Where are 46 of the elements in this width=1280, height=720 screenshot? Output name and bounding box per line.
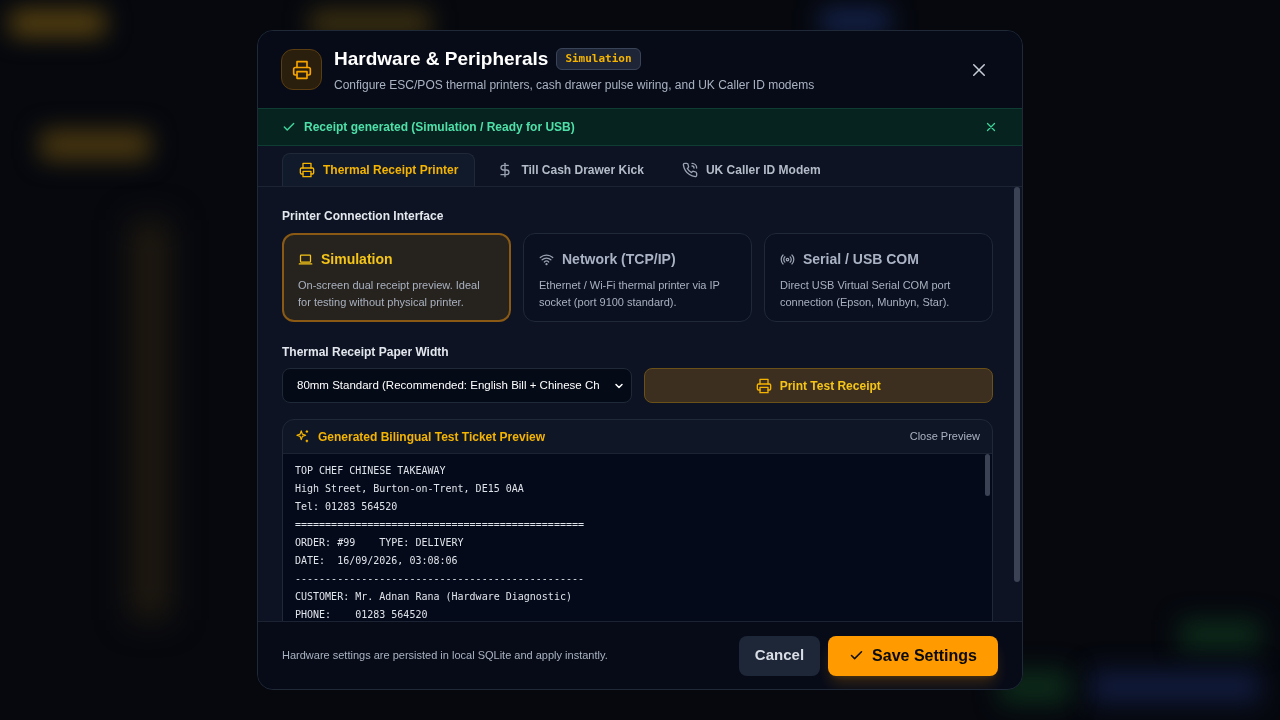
printer-icon <box>281 49 322 90</box>
receipt-line: ------------------------------------------------ <box>295 572 584 586</box>
mode-badge: Simulation <box>556 47 641 71</box>
receipt-line: High Street, Burton-on-Trent, DE15 0AA <box>295 482 524 496</box>
receipt-line: Tel: 01283 564520 <box>295 500 398 514</box>
tab[interactable]: Thermal Receipt Printer <box>282 153 476 186</box>
option-title: Simulation <box>321 250 393 269</box>
preview-title: Generated Bilingual Test Ticket Preview <box>318 428 546 446</box>
scrollbar[interactable] <box>1014 187 1020 582</box>
field-label: Thermal Receipt Paper Width <box>282 344 450 361</box>
footer-note: Hardware settings are persisted in local SQLite and apply instantly. <box>282 648 609 664</box>
printer-icon <box>299 162 315 178</box>
interface-option-card[interactable]: Simulation On-screen dual receipt preview. Ideal for testing without physical printer. <box>282 233 511 322</box>
close-preview-link[interactable]: Close Preview <box>909 428 980 445</box>
receipt-line: ================================================ <box>295 518 584 532</box>
receipt-line: CUSTOMER: Mr. Adnan Rana (Hardware Diagnostic) <box>295 590 572 604</box>
paper-width-select[interactable]: 80mm Standard (Recommended: English Bill + Chinese Ch <box>282 368 632 403</box>
sparkles-icon <box>295 429 310 444</box>
receipt-line: TOP CHEF CHINESE TAKEAWAY <box>295 464 446 478</box>
option-description: On-screen dual receipt preview. Ideal for testing without physical printer. <box>298 278 481 310</box>
interface-option-card[interactable]: Serial / USB COM Direct USB Virtual Serial COM port connection (Epson, Munbyn, Star). <box>764 233 993 322</box>
close-icon[interactable] <box>984 120 998 134</box>
phone-icon <box>681 161 698 178</box>
option-description: Direct USB Virtual Serial COM port connection (Epson, Munbyn, Star). <box>780 278 952 310</box>
laptop-icon <box>298 252 313 267</box>
tab[interactable]: UK Caller ID Modem <box>665 153 837 186</box>
tab[interactable]: Till Cash Drawer Kick <box>481 153 660 186</box>
printer-icon <box>755 377 772 394</box>
receipt-line: DATE: 16/09/2026, 03:08:06 <box>295 554 458 568</box>
broadcast-icon <box>780 252 795 267</box>
option-title: Network (TCP/IP) <box>562 250 676 269</box>
receipt-line: ORDER: #99 TYPE: DELIVERY <box>295 536 464 550</box>
wifi-icon <box>539 252 554 267</box>
option-description: Ethernet / Wi-Fi thermal printer via IP socket (port 9100 standard). <box>539 278 721 310</box>
option-title: Serial / USB COM <box>803 250 919 269</box>
receipt-line: PHONE: 01283 564520 <box>295 608 428 621</box>
interface-option-card[interactable]: Network (TCP/IP) Ethernet / Wi-Fi thermal printer via IP socket (port 9100 standard). <box>523 233 752 322</box>
dialog-title: Hardware & Peripherals <box>334 46 549 71</box>
check-icon <box>282 120 296 134</box>
print-test-button[interactable]: Print Test Receipt <box>643 368 993 403</box>
dialog-subtitle: Configure ESC/POS thermal printers, cash drawer pulse wiring, and UK Caller ID modems <box>334 77 816 95</box>
cancel-button[interactable]: Cancel <box>738 635 821 676</box>
scrollbar[interactable] <box>985 454 990 496</box>
section-label: Printer Connection Interface <box>282 208 445 225</box>
save-button[interactable]: Save Settings <box>828 635 998 676</box>
banner-message: Receipt generated (Simulation / Ready for USB) <box>304 119 575 136</box>
